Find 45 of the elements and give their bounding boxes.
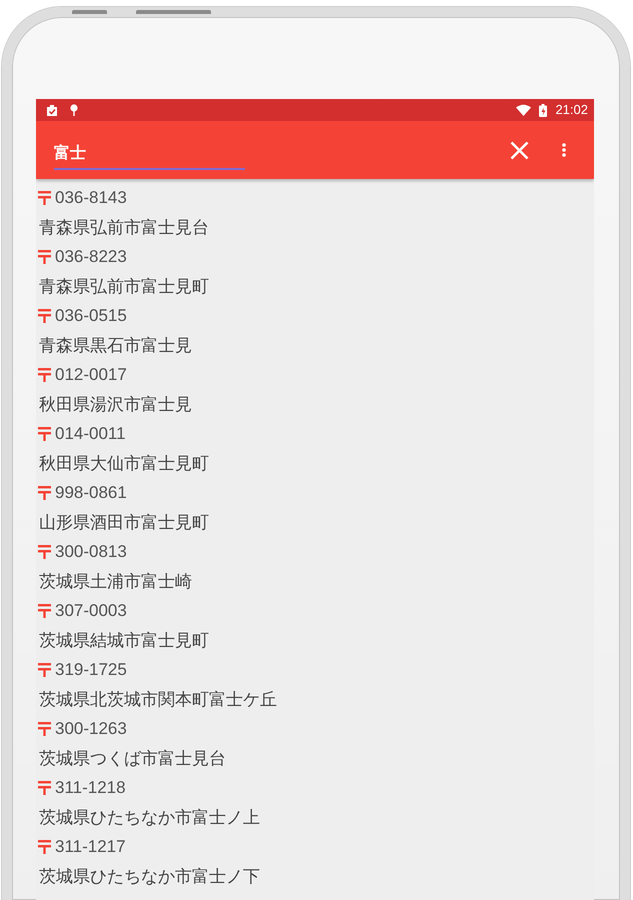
more-options-icon[interactable] — [562, 143, 566, 157]
status-time: 21:02 — [555, 101, 588, 119]
address-text[interactable]: 茨城県北茨城市関本町富士ケ丘 — [38, 690, 277, 708]
postal-code[interactable]: 300-1263 — [55, 714, 127, 744]
close-icon[interactable] — [510, 140, 529, 160]
postal-mark-icon — [38, 368, 51, 382]
postal-mark-icon — [38, 190, 51, 205]
clipboard-check-icon — [46, 104, 58, 116]
postal-code[interactable]: 036-8143 — [55, 183, 127, 212]
address-text[interactable]: 茨城県土浦市富士崎 — [38, 572, 192, 590]
wifi-icon — [516, 104, 532, 116]
address-text[interactable]: 茨城県結城市富士見町 — [38, 630, 209, 650]
postal-mark-icon — [38, 250, 51, 264]
postal-mark-icon — [38, 486, 51, 500]
address-text[interactable]: 秋田県湯沢市富士見 — [38, 394, 192, 414]
address-text[interactable]: 青森県弘前市富士見台 — [38, 218, 209, 236]
postal-mark-icon — [38, 840, 51, 854]
postal-code[interactable]: 311-1218 — [55, 773, 126, 802]
search-field[interactable]: 富士 — [54, 136, 245, 170]
device-side-key — [72, 10, 107, 14]
postal-code[interactable]: 036-8223 — [55, 242, 127, 272]
postal-code[interactable]: 307-0003 — [55, 596, 127, 626]
address-text[interactable]: 茨城県ひたちなか市富士ノ下 — [38, 866, 260, 886]
postal-code[interactable]: 998-0861 — [55, 478, 127, 508]
postal-mark-icon — [38, 780, 51, 795]
postal-code[interactable]: 012-0017 — [55, 360, 127, 390]
postal-code[interactable]: 311-1217 — [55, 832, 126, 862]
pin-icon — [70, 104, 78, 116]
postal-code[interactable]: 036-0515 — [55, 301, 127, 330]
address-text[interactable]: 山形県酒田市富士見町 — [38, 512, 209, 532]
postal-mark-icon — [38, 544, 51, 559]
address-text[interactable]: 茨城県つくば市富士見台 — [38, 748, 226, 768]
postal-mark-icon — [38, 722, 51, 736]
postal-code[interactable]: 319-1725 — [55, 655, 127, 684]
address-text[interactable]: 青森県黒石市富士見 — [38, 336, 192, 354]
address-text[interactable]: 茨城県ひたちなか市富士ノ上 — [38, 808, 260, 826]
address-text[interactable]: 青森県弘前市富士見町 — [38, 276, 209, 296]
postal-code[interactable]: 014-0011 — [55, 419, 126, 448]
battery-charging-icon — [539, 104, 548, 116]
postal-mark-icon — [38, 426, 51, 441]
postal-code[interactable]: 300-0813 — [55, 537, 127, 566]
postal-mark-icon — [38, 604, 51, 618]
postal-mark-icon — [38, 308, 51, 323]
postal-mark-icon — [38, 662, 51, 677]
address-text[interactable]: 秋田県大仙市富士見町 — [38, 454, 209, 472]
